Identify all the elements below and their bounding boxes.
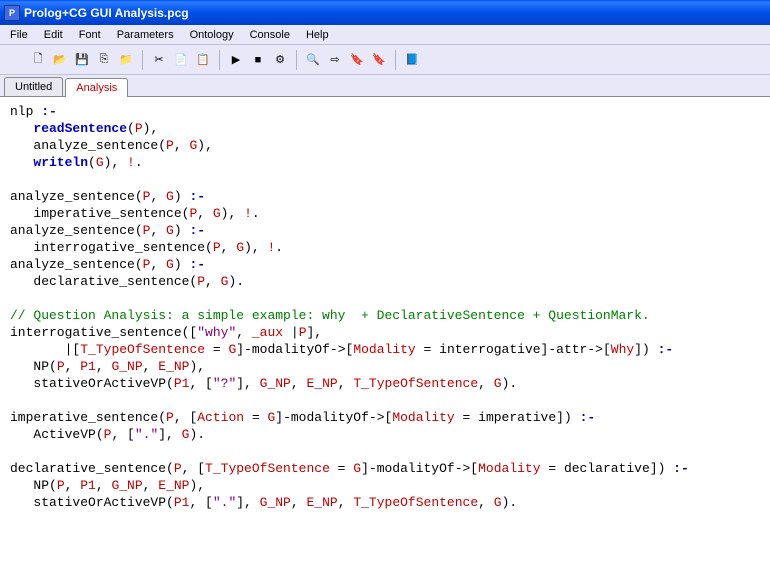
stop-icon[interactable]: ■ bbox=[248, 50, 268, 70]
toolbar-separator bbox=[296, 50, 297, 70]
titlebar: P Prolog+CG GUI Analysis.pcg bbox=[0, 0, 770, 25]
menu-help[interactable]: Help bbox=[300, 27, 335, 43]
menubar: FileEditFontParametersOntologyConsoleHel… bbox=[0, 25, 770, 45]
code-editor[interactable]: nlp :- readSentence(P), analyze_sentence… bbox=[0, 97, 770, 584]
save-icon[interactable]: 💾 bbox=[72, 50, 92, 70]
help-icon[interactable]: 📘 bbox=[402, 50, 422, 70]
new-icon[interactable]: 🗋 bbox=[28, 50, 48, 70]
menu-file[interactable]: File bbox=[4, 27, 34, 43]
bookmark-icon[interactable]: 🔖 bbox=[347, 50, 367, 70]
run-icon[interactable]: ▶ bbox=[226, 50, 246, 70]
toolbar-separator bbox=[395, 50, 396, 70]
menu-ontology[interactable]: Ontology bbox=[184, 27, 240, 43]
menu-console[interactable]: Console bbox=[244, 27, 296, 43]
tab-untitled[interactable]: Untitled bbox=[4, 77, 63, 96]
menu-edit[interactable]: Edit bbox=[38, 27, 69, 43]
find-next-icon[interactable]: ⇨ bbox=[325, 50, 345, 70]
toolbar: 🗋📂💾⎘📁✂📄📋▶■⚙🔍⇨🔖🔖📘 bbox=[0, 45, 770, 75]
cut-icon[interactable]: ✂ bbox=[149, 50, 169, 70]
menu-font[interactable]: Font bbox=[73, 27, 107, 43]
copy-icon[interactable]: 📄 bbox=[171, 50, 191, 70]
toolbar-separator bbox=[142, 50, 143, 70]
app-icon: P bbox=[4, 5, 20, 21]
tab-strip: UntitledAnalysis bbox=[0, 75, 770, 97]
toolbar-separator bbox=[219, 50, 220, 70]
bookmark2-icon[interactable]: 🔖 bbox=[369, 50, 389, 70]
tab-analysis[interactable]: Analysis bbox=[65, 78, 128, 97]
save-all-icon[interactable]: ⎘ bbox=[94, 50, 114, 70]
debug-icon[interactable]: ⚙ bbox=[270, 50, 290, 70]
find-icon[interactable]: 🔍 bbox=[303, 50, 323, 70]
window-title: Prolog+CG GUI Analysis.pcg bbox=[24, 6, 189, 20]
open-icon[interactable]: 📂 bbox=[50, 50, 70, 70]
paste-icon[interactable]: 📋 bbox=[193, 50, 213, 70]
close-icon[interactable]: 📁 bbox=[116, 50, 136, 70]
menu-parameters[interactable]: Parameters bbox=[111, 27, 180, 43]
